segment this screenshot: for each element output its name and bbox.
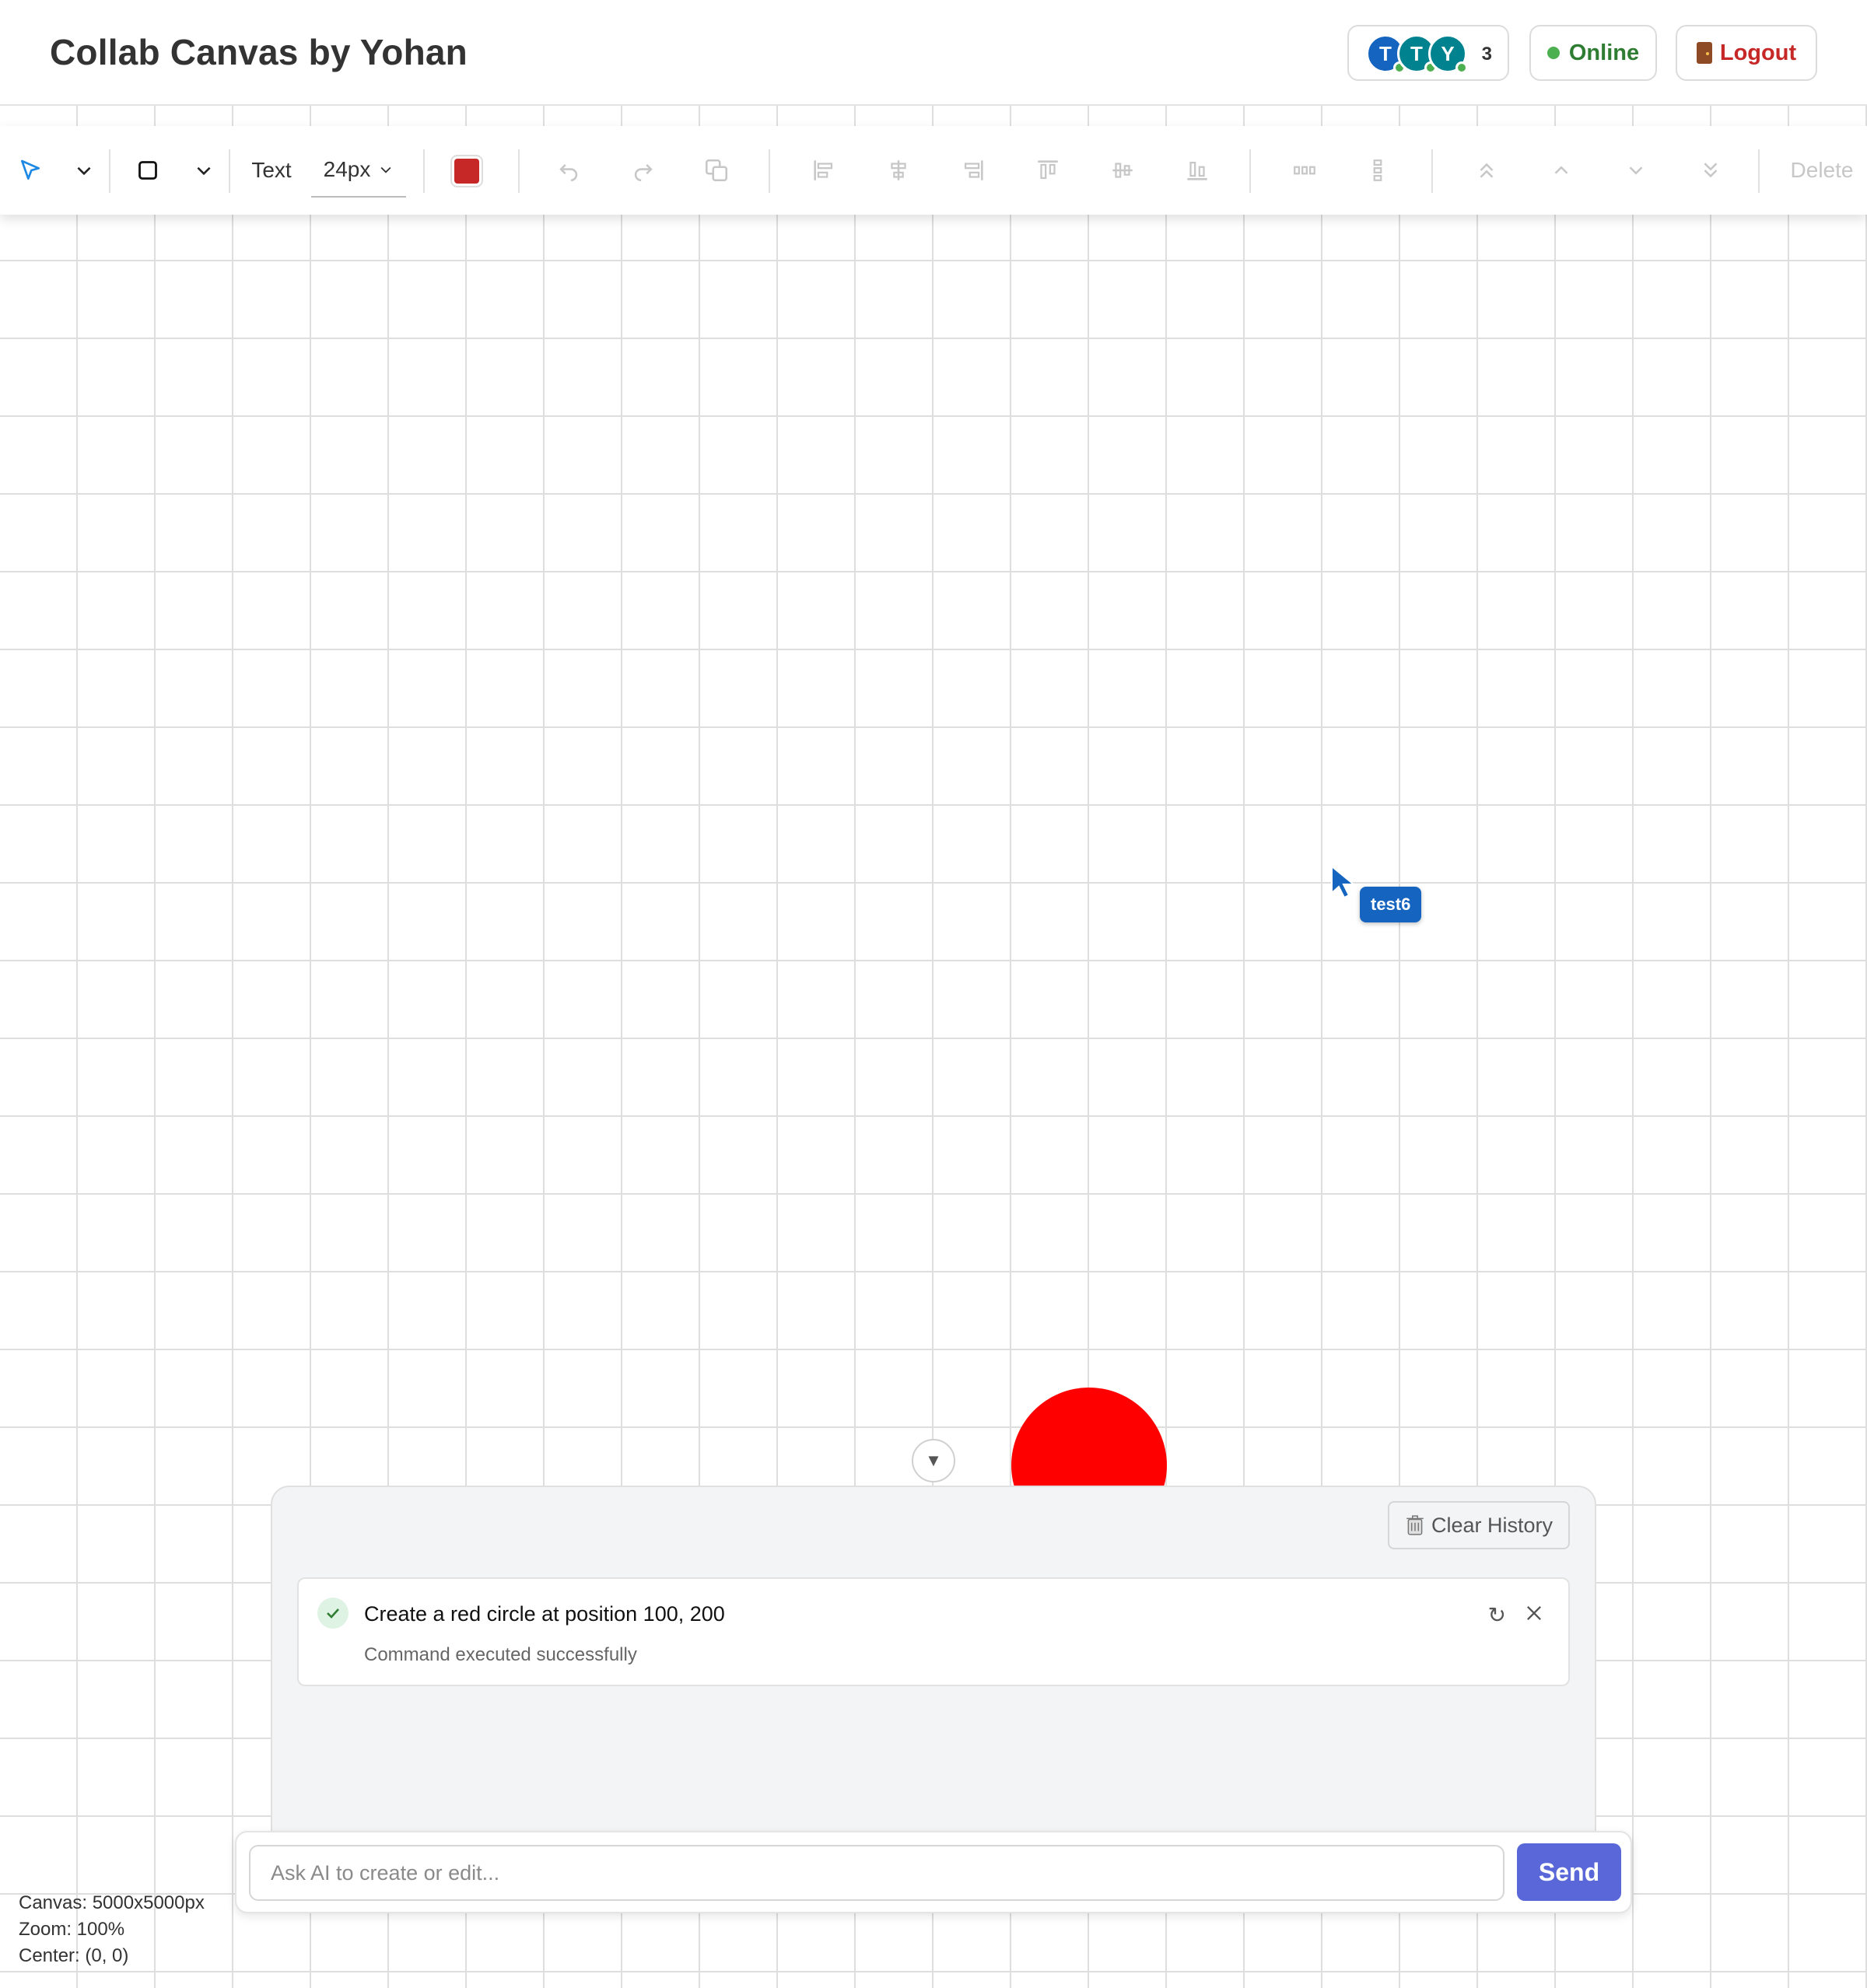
chevron-down-icon: [380, 166, 391, 173]
align-middle-button[interactable]: [1103, 126, 1142, 215]
redo-icon: [634, 164, 653, 182]
fill-color-picker[interactable]: [454, 159, 479, 184]
history-command-text: Create a red circle at position 100, 200: [364, 1602, 725, 1626]
toolbar-divider: [1758, 149, 1760, 193]
delete-button[interactable]: Delete: [1781, 126, 1862, 215]
align-right-icon: [964, 160, 983, 180]
remote-cursor-icon: [1331, 865, 1356, 899]
align-left-button[interactable]: [804, 126, 843, 215]
avatar-initial: T: [1379, 41, 1392, 65]
align-bottom-button[interactable]: [1178, 126, 1217, 215]
avatar-initial: Y: [1441, 41, 1455, 65]
align-middle-icon: [1112, 163, 1133, 178]
status-dot-icon: [1546, 47, 1560, 59]
distribute-vertical-button[interactable]: [1358, 126, 1397, 215]
zoom-level-text: Zoom: 100%: [19, 1919, 125, 1940]
ai-panel-collapse-toggle[interactable]: ▼: [912, 1439, 955, 1482]
align-center-button[interactable]: [879, 126, 918, 215]
chevron-up-icon: [1554, 166, 1568, 174]
chevron-down-icon: [197, 166, 211, 176]
clear-history-button[interactable]: Clear History: [1388, 1501, 1570, 1549]
toolbar-divider: [109, 149, 110, 193]
delete-label: Delete: [1790, 158, 1854, 182]
undo-icon: [559, 164, 578, 182]
align-top-icon: [1038, 160, 1058, 180]
send-button[interactable]: Send: [1517, 1843, 1621, 1901]
toolbar-divider: [518, 149, 520, 193]
toolbar-divider: [1249, 149, 1251, 193]
user-avatar[interactable]: Y: [1428, 34, 1468, 74]
toolbar-divider: [769, 149, 770, 193]
app-header: Collab Canvas by Yohan T T Y 3 Online Lo…: [0, 0, 1867, 106]
bring-to-front-button[interactable]: [1467, 126, 1506, 215]
canvas-center-text: Center: (0, 0): [19, 1945, 129, 1966]
toolbar-divider: [423, 149, 425, 193]
online-dot: [1455, 61, 1468, 74]
chevron-double-down-icon: [1704, 163, 1718, 178]
toolbar-divider: [1431, 149, 1433, 193]
app-title: Collab Canvas by Yohan: [50, 32, 468, 72]
chevron-double-up-icon: [1480, 163, 1494, 178]
pointer-icon: [21, 159, 40, 180]
canvas-info-panel: Canvas: 5000x5000px Zoom: 100% Center: (…: [19, 1890, 205, 1969]
app-root: test6 Collab Canvas by Yohan T T Y 3 Onl…: [0, 0, 1867, 1988]
text-tool-button[interactable]: Text: [243, 126, 300, 215]
align-left-icon: [814, 160, 833, 180]
duplicate-icon: [705, 159, 728, 182]
history-status-text: Command executed successfully: [364, 1644, 637, 1665]
text-tool-label: Text: [251, 158, 292, 182]
square-icon: [138, 161, 157, 180]
history-item: Create a red circle at position 100, 200…: [297, 1577, 1570, 1686]
online-users-indicator[interactable]: T T Y 3: [1347, 25, 1509, 81]
connection-status-button[interactable]: Online: [1529, 25, 1657, 81]
logout-button[interactable]: Logout: [1676, 25, 1817, 81]
trash-icon: [1406, 1515, 1424, 1535]
font-size-select[interactable]: 24px: [311, 143, 406, 198]
close-icon[interactable]: [1523, 1602, 1545, 1628]
retry-icon[interactable]: ↻: [1488, 1602, 1506, 1628]
door-icon: [1696, 42, 1712, 64]
align-center-icon: [891, 160, 906, 180]
editor-toolbar: Text 24px Delete: [0, 126, 1867, 215]
toolbar-divider: [229, 149, 230, 193]
redo-button[interactable]: [624, 126, 663, 215]
font-size-value: 24px: [323, 157, 371, 181]
align-right-button[interactable]: [954, 126, 993, 215]
canvas-size-text: Canvas: 5000x5000px: [19, 1892, 205, 1913]
duplicate-button[interactable]: [697, 126, 736, 215]
chevron-down-icon: [1629, 166, 1643, 175]
ai-prompt-input[interactable]: [249, 1845, 1504, 1901]
distribute-vertical-icon: [1373, 159, 1382, 181]
connection-status-label: Online: [1568, 40, 1640, 65]
send-backward-button[interactable]: [1617, 126, 1655, 215]
online-user-count: 3: [1481, 44, 1492, 65]
avatar-initial: T: [1410, 41, 1423, 65]
ai-command-bar: Send: [235, 1831, 1632, 1913]
distribute-horizontal-button[interactable]: [1285, 126, 1324, 215]
send-to-back-button[interactable]: [1691, 126, 1730, 215]
rectangle-tool-button[interactable]: [129, 126, 166, 215]
bring-forward-button[interactable]: [1542, 126, 1581, 215]
select-tool-dropdown[interactable]: [67, 126, 101, 215]
align-top-button[interactable]: [1028, 126, 1067, 215]
remote-cursor-label: test6: [1360, 887, 1422, 922]
chevron-down-icon: [77, 166, 91, 176]
undo-button[interactable]: [549, 126, 588, 215]
select-tool-button[interactable]: [11, 126, 50, 215]
clear-history-label: Clear History: [1431, 1513, 1553, 1537]
shape-tool-dropdown[interactable]: [187, 126, 221, 215]
ai-history-panel: Clear History Create a red circle at pos…: [271, 1486, 1596, 1832]
success-check-icon: [317, 1598, 349, 1629]
logout-label: Logout: [1719, 40, 1797, 65]
distribute-horizontal-icon: [1294, 166, 1315, 175]
align-bottom-icon: [1187, 161, 1207, 180]
